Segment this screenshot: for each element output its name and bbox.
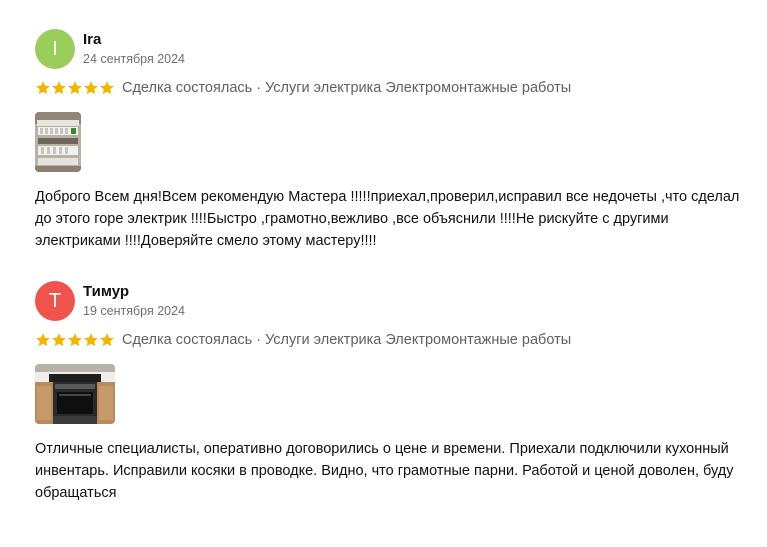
review-photo-thumbnail[interactable]: [35, 364, 115, 424]
review-meta: Ira 24 сентября 2024: [83, 31, 185, 67]
star-icon: [83, 332, 99, 348]
review-text: Доброго Всем дня!Всем рекомендую Мастера…: [35, 189, 740, 249]
star-icon: [99, 332, 115, 348]
star-icon: [67, 332, 83, 348]
review-text: Отличные специалисты, оперативно договор…: [35, 441, 734, 501]
avatar[interactable]: Т: [35, 281, 75, 321]
avatar-letter: I: [52, 37, 58, 60]
review-item: I Ira 24 сентября 2024 Сделка состоялась…: [35, 28, 750, 252]
star-rating: [35, 80, 115, 96]
review-photo-thumbnail[interactable]: [35, 112, 81, 172]
review-item: Т Тимур 19 сентября 2024 Сделка состояла…: [35, 280, 750, 504]
star-icon: [99, 80, 115, 96]
star-rating: [35, 332, 115, 348]
review-date: 24 сентября 2024: [83, 52, 185, 66]
star-icon: [67, 80, 83, 96]
review-header: I Ira 24 сентября 2024: [35, 28, 750, 70]
avatar-letter: Т: [48, 289, 62, 312]
deal-info: Сделка состоялась · Услуги электрика Эле…: [122, 332, 572, 348]
review-meta: Тимур 19 сентября 2024: [83, 283, 185, 319]
star-icon: [51, 332, 67, 348]
deal-info: Сделка состоялась · Услуги электрика Эле…: [122, 80, 572, 96]
electrical-panel-photo: [35, 112, 81, 172]
star-icon: [35, 332, 51, 348]
star-icon: [83, 80, 99, 96]
kitchen-oven-photo: [35, 364, 115, 424]
reviewer-name[interactable]: Ira: [83, 31, 185, 49]
review-date: 19 сентября 2024: [83, 304, 185, 318]
rating-row: Сделка состоялась · Услуги электрика Эле…: [35, 78, 750, 98]
rating-row: Сделка состоялась · Услуги электрика Эле…: [35, 330, 750, 350]
reviews-list: I Ira 24 сентября 2024 Сделка состоялась…: [0, 0, 767, 547]
reviewer-name[interactable]: Тимур: [83, 283, 185, 301]
star-icon: [51, 80, 67, 96]
star-icon: [35, 80, 51, 96]
review-header: Т Тимур 19 сентября 2024: [35, 280, 750, 322]
avatar[interactable]: I: [35, 29, 75, 69]
